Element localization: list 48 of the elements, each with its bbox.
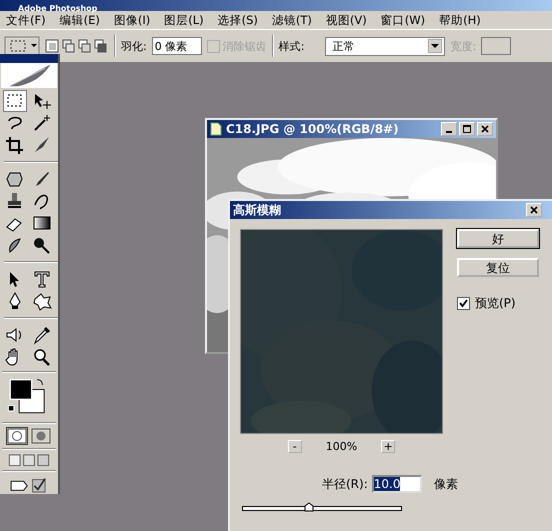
radius-field[interactable]: 10.0 [372,475,422,493]
close-button[interactable] [477,122,493,136]
slider-track[interactable] [242,506,402,511]
menu-item[interactable]: 窗口(W) [380,12,426,28]
menu-item[interactable]: 滤镜(T) [272,12,312,28]
radius-label: 半径(R): [322,476,368,492]
menu-item[interactable]: 视图(V) [326,12,367,28]
maximize-icon [463,125,471,133]
style-dropdown[interactable]: 正常 [325,36,446,56]
close-button[interactable] [526,203,542,217]
app-title: Adobe Photoshop [17,3,98,14]
menu-item[interactable]: 图层(L) [164,12,204,28]
close-icon [530,206,538,214]
feather-label: 羽化: [121,38,147,54]
shape-icon[interactable] [30,290,52,311]
caret-icon [428,39,442,53]
zoom-level: 100% [326,440,358,453]
menu-item[interactable]: 图像(I) [114,12,150,28]
style-label: 样式: [278,38,304,54]
marquee-icon[interactable] [4,90,26,111]
width-label: 宽度: [450,38,476,54]
slider-thumb[interactable] [304,502,314,512]
radius-unit: 像素 [434,476,458,492]
zoom-in-button[interactable]: + [381,440,396,453]
maximize-button[interactable] [459,122,475,136]
standard-mode-icon[interactable] [7,428,27,444]
crop-icon[interactable] [4,134,26,155]
dialog-title: 高斯模糊 [233,202,281,218]
preview-label: 预览(P) [475,295,516,312]
feather-field[interactable]: 0 像素 [152,37,202,55]
close-icon [481,125,489,133]
preview-checkbox[interactable] [457,297,470,310]
menu-item[interactable]: 文件(F) [6,12,46,28]
reset-button[interactable]: 复位 [457,258,539,277]
quick-mask-icon[interactable] [31,428,51,444]
menu-item[interactable]: 帮助(H) [439,12,481,28]
menu-item[interactable]: 编辑(E) [60,12,100,28]
selection-modes-icon[interactable] [45,37,109,55]
antialias-label: 消除锯齿 [222,38,267,54]
ok-button[interactable]: 好 [457,229,539,248]
document-title: C18.JPG @ 100%(RGB/8#) [226,122,399,136]
zoom-out-button[interactable]: - [288,440,302,453]
toolbox-header [0,54,58,63]
width-field[interactable] [481,37,512,55]
menu-item[interactable]: 选择(S) [218,12,258,28]
minimize-button[interactable] [441,122,457,136]
marquee-icon[interactable] [4,36,40,56]
document-icon [210,122,222,136]
